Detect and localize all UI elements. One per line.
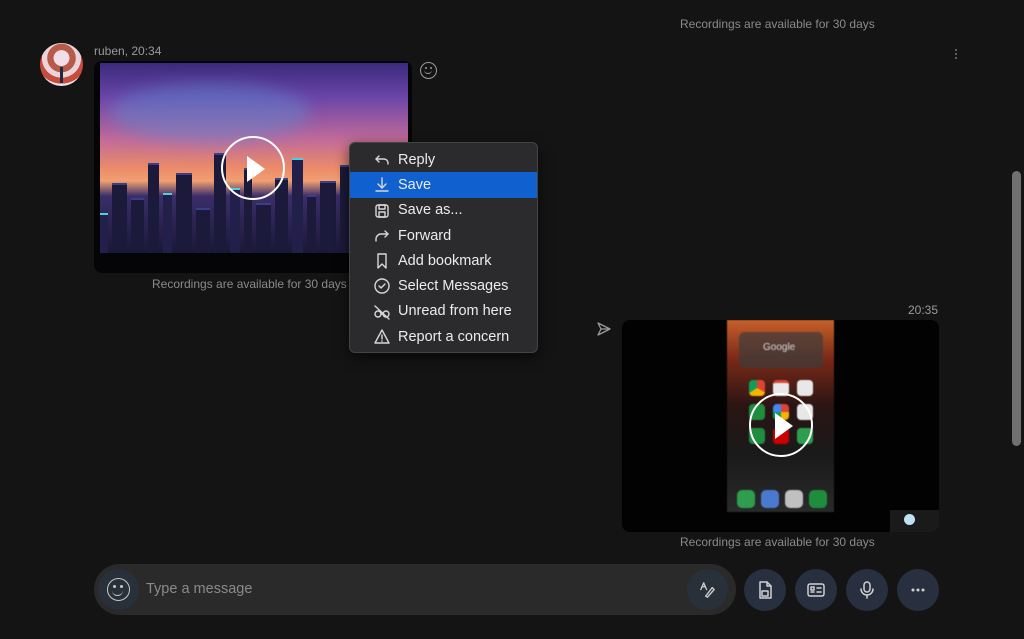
play-icon[interactable]: [749, 393, 813, 457]
contact-card-button[interactable]: [795, 569, 837, 611]
message-input[interactable]: [146, 578, 666, 600]
menu-item-add-bookmark[interactable]: Add bookmark: [350, 248, 537, 273]
thumbnail-google-label: Google: [763, 342, 796, 353]
more-options-icon[interactable]: [954, 49, 958, 61]
thumbnail-building: [307, 195, 316, 253]
format-icon: [700, 582, 715, 598]
media-file-icon: [759, 581, 772, 599]
save-disk-icon: [375, 203, 389, 218]
dock-icon-chrome: [785, 490, 803, 508]
menu-item-reply[interactable]: Reply: [350, 147, 537, 172]
menu-item-label: Save as...: [398, 202, 463, 219]
emoji-icon: [107, 578, 130, 601]
message-time: 20:35: [908, 303, 939, 317]
thumbnail-building: [176, 173, 192, 253]
context-menu: Reply Save Save as... Forward Add bookma…: [349, 142, 538, 353]
thumbnail-building: [320, 181, 336, 253]
emoji-button[interactable]: [98, 569, 139, 610]
menu-item-label: Select Messages: [398, 278, 509, 295]
microphone-button[interactable]: [846, 569, 888, 611]
scrollbar[interactable]: [1012, 171, 1021, 446]
contact-card-icon: [807, 583, 825, 597]
retention-note-top: Recordings are available for 30 days: [680, 17, 875, 31]
dock-icon-phone: [737, 490, 755, 508]
participant-thumbnail: [890, 510, 939, 532]
retention-note-2: Recordings are available for 30 days: [680, 535, 875, 549]
media-file-button[interactable]: [744, 569, 786, 611]
menu-item-label: Save: [398, 176, 432, 193]
menu-item-select-messages[interactable]: Select Messages: [350, 273, 537, 298]
participant-avatar: [904, 514, 915, 525]
menu-item-label: Unread from here: [398, 303, 512, 320]
download-icon: [375, 177, 389, 192]
format-button[interactable]: [687, 569, 728, 610]
menu-item-forward[interactable]: Forward: [350, 223, 537, 248]
thumbnail-building: [292, 158, 303, 253]
more-icon: [911, 588, 925, 592]
app-icon-chrome: [749, 380, 765, 396]
forward-icon: [375, 230, 389, 242]
glasses-off-icon: [374, 305, 390, 320]
play-icon[interactable]: [221, 136, 285, 200]
thumbnail-building: [196, 208, 210, 253]
thumbnail-building: [230, 188, 240, 253]
avatar[interactable]: [40, 43, 83, 86]
sent-icon: [597, 322, 611, 336]
check-circle-icon: [374, 278, 390, 295]
more-button[interactable]: [897, 569, 939, 611]
menu-item-label: Reply: [398, 151, 436, 168]
reply-icon: [375, 155, 389, 165]
warning-icon: [374, 329, 390, 344]
video-message-2[interactable]: Google: [622, 320, 939, 532]
microphone-icon: [860, 581, 874, 599]
message-sender-time: ruben, 20:34: [94, 44, 162, 58]
app-icon-google: [797, 380, 813, 396]
dock-icon-camera: [809, 490, 827, 508]
menu-item-label: Forward: [398, 227, 452, 244]
thumbnail-building: [100, 213, 108, 253]
retention-note-1: Recordings are available for 30 days: [152, 277, 347, 291]
thumbnail-building: [256, 203, 271, 253]
avatar-detail: [60, 67, 63, 83]
thumbnail-building: [148, 163, 159, 253]
thumbnail-building: [131, 198, 144, 253]
thumbnail-building: [112, 183, 127, 253]
thumbnail-building: [163, 193, 172, 253]
reaction-button[interactable]: [420, 62, 437, 79]
message-composer: [94, 564, 736, 615]
thumbnail-cloud: [110, 83, 310, 143]
menu-item-label: Add bookmark: [398, 252, 492, 269]
menu-item-report-concern[interactable]: Report a concern: [350, 324, 537, 349]
dock-icon-messages: [761, 490, 779, 508]
bookmark-icon: [377, 253, 387, 269]
menu-item-label: Report a concern: [398, 328, 510, 345]
thumbnail-building: [275, 178, 288, 253]
menu-item-unread-from-here[interactable]: Unread from here: [350, 299, 537, 324]
menu-item-save-as[interactable]: Save as...: [350, 198, 537, 223]
menu-item-save[interactable]: Save: [350, 172, 537, 198]
